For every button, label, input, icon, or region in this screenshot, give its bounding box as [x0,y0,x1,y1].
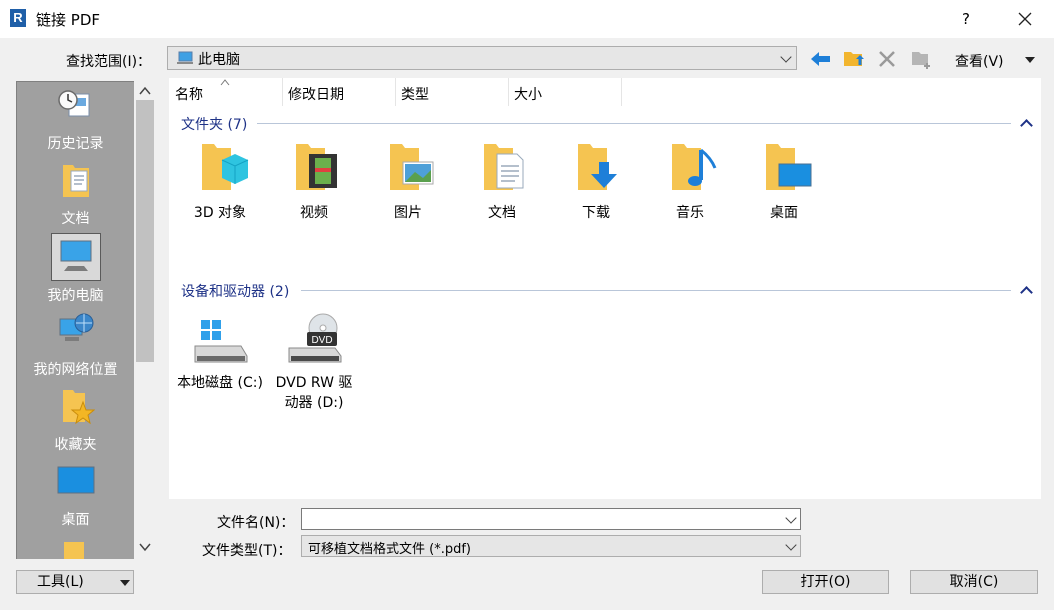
close-icon [1018,12,1032,26]
3d-objects-icon [202,144,249,190]
revit-app-icon: R [10,9,26,27]
dvd-badge-text: DVD [311,335,332,346]
lookin-value: 此电脑 [198,52,240,68]
favorites-icon [63,390,95,425]
item-label-line1: DVD RW 驱 [275,375,353,391]
filetype-label: 文件类型(T)： [202,543,292,559]
filetype-dropdown[interactable]: 可移植文档格式文件 (*.pdf) [301,535,801,557]
group-divider [257,123,1011,124]
videos-icon [296,144,337,190]
item-label: 下载 [582,205,610,221]
dvd-drive-icon: DVD [288,313,342,363]
place-favorites[interactable]: 收藏夹 [17,382,134,457]
cancel-button[interactable]: 取消(C) [910,570,1038,594]
item-label: 桌面 [770,205,798,221]
documents-icon [484,144,524,190]
help-button[interactable]: ? [948,4,984,34]
close-button[interactable] [1005,4,1045,34]
view-dropdown-arrow-icon[interactable] [1024,56,1036,64]
open-button[interactable]: 打开(O) [762,570,889,594]
place-label-favorites: 收藏夹 [54,437,97,453]
computer-small-icon [177,51,193,64]
folder-music[interactable]: 音乐 [645,140,735,222]
place-desktop[interactable]: 桌面 [17,457,134,532]
documents-icon [63,165,89,197]
dropdown-arrow-icon [120,580,130,586]
item-label: 本地磁盘 (C:) [177,375,263,391]
group-header-devices[interactable]: 设备和驱动器 (2) [181,281,289,301]
column-header-type[interactable]: 类型 [401,84,429,104]
scroll-down-icon[interactable] [139,542,151,552]
place-label-documents: 文档 [61,211,90,227]
folder-icon [64,542,84,559]
item-label-line2: 动器 (D:) [284,395,344,411]
music-icon [672,144,717,190]
chevron-down-icon [785,539,797,551]
folder-documents[interactable]: 文档 [457,140,547,222]
collapse-icon[interactable] [1020,286,1033,299]
local-disk-icon [194,320,248,363]
place-label-network: 我的网络位置 [33,362,118,378]
window-title: 链接 PDF [36,11,100,29]
file-list: 名称 修改日期 类型 大小 文件夹 (7) 3D 对象 视频 图片 文档 下载 … [169,78,1041,499]
back-arrow-icon[interactable] [809,50,831,68]
folder-videos[interactable]: 视频 [269,140,359,222]
folder-desktop[interactable]: 桌面 [739,140,829,222]
network-icon [59,313,94,341]
new-folder-icon[interactable] [910,48,934,70]
tools-label: 工具(L) [37,574,84,590]
folder-3d-objects[interactable]: 3D 对象 [175,140,265,222]
scrollbar-thumb[interactable] [136,100,154,362]
lookin-dropdown[interactable]: 此电脑 [167,46,797,70]
title-bar: R 链接 PDF ? [0,0,1054,38]
place-my-computer[interactable]: 我的电脑 [17,232,134,307]
column-header-modified[interactable]: 修改日期 [288,84,344,104]
place-history[interactable]: 历史记录 [17,82,134,157]
folder-pictures[interactable]: 图片 [363,140,453,222]
column-separator [508,78,509,106]
item-label: 视频 [300,205,328,221]
place-documents[interactable]: 文档 [17,157,134,232]
delete-icon[interactable] [877,50,897,68]
chevron-down-icon [785,512,797,524]
places-bar: 历史记录 文档 我的电脑 我的网络位置 收藏夹 桌面 [16,81,134,559]
filename-label: 文件名(N)： [217,515,295,531]
group-header-folders[interactable]: 文件夹 (7) [181,114,247,134]
column-separator [282,78,283,106]
place-label-history: 历史记录 [47,136,104,152]
item-label: 图片 [394,205,422,221]
tools-button[interactable]: 工具(L) [16,570,134,594]
column-header-size[interactable]: 大小 [514,84,542,104]
view-menu-button[interactable]: 查看(V) [955,51,1004,71]
desktop-icon [766,144,812,190]
drive-dvd[interactable]: DVD DVD RW 驱 动器 (D:) [269,310,359,412]
lookin-label: 查找范围(I)： [66,54,152,70]
column-header-name[interactable]: 名称 [175,84,203,104]
item-label: 音乐 [676,205,704,221]
place-label-desktop: 桌面 [61,512,90,528]
up-folder-icon[interactable] [842,47,866,69]
item-label: 3D 对象 [193,205,247,221]
item-label: 文档 [488,205,516,221]
folder-downloads[interactable]: 下载 [551,140,641,222]
desktop-icon [57,466,95,494]
pictures-icon [390,144,434,190]
chevron-down-icon [780,51,792,63]
computer-icon [60,240,92,271]
downloads-icon [578,144,617,190]
place-network[interactable]: 我的网络位置 [17,307,134,382]
scroll-up-icon[interactable] [139,86,151,96]
filename-input[interactable] [301,508,801,530]
sort-ascending-icon [220,79,230,86]
place-label-my-computer: 我的电脑 [47,288,104,304]
group-divider [301,290,1011,291]
column-separator [621,78,622,106]
drive-local-disk[interactable]: 本地磁盘 (C:) [175,310,265,392]
filetype-value: 可移植文档格式文件 (*.pdf) [308,542,471,557]
collapse-icon[interactable] [1020,119,1033,132]
column-separator [395,78,396,106]
history-icon [58,90,90,117]
